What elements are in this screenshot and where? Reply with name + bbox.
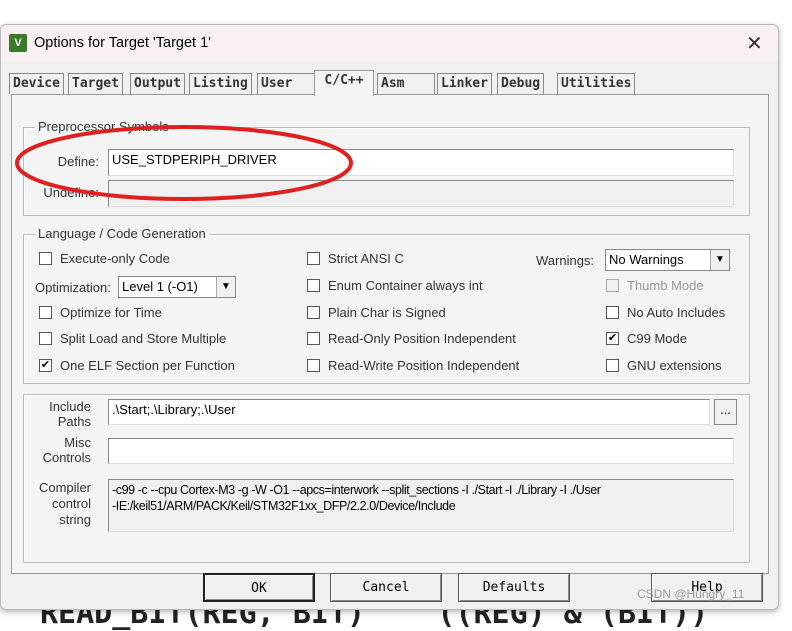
red-annotation-overlay <box>15 125 353 201</box>
red-highlight-ellipse <box>15 125 353 201</box>
tab-c-cpp[interactable]: C/C++ <box>314 70 374 96</box>
watermark: CSDN @Hungry_11 <box>637 587 745 601</box>
